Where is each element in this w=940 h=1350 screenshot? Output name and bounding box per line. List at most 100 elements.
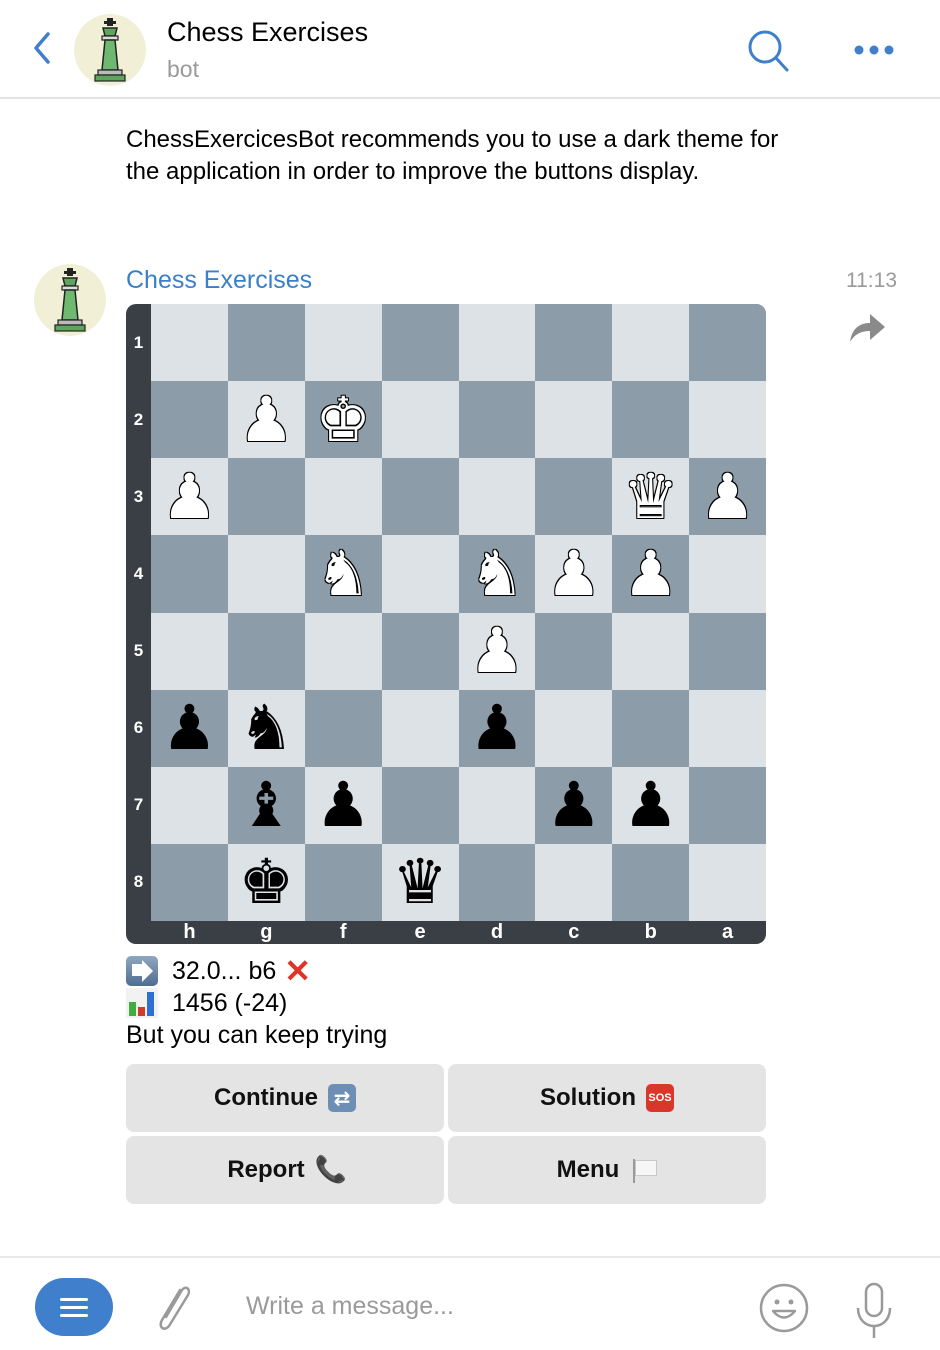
white-flag-icon bbox=[629, 1156, 658, 1184]
square-d7 bbox=[458, 766, 536, 844]
square-d3 bbox=[458, 458, 536, 536]
square-a1 bbox=[689, 304, 766, 382]
square-f8 bbox=[304, 843, 382, 921]
black-pawn-icon: ♟ bbox=[315, 768, 371, 842]
square-g3 bbox=[227, 458, 305, 536]
more-dots-icon bbox=[854, 45, 894, 55]
square-g5 bbox=[227, 612, 305, 690]
message-sender[interactable]: Chess Exercises bbox=[126, 266, 312, 295]
rank-label: 2 bbox=[133, 409, 144, 429]
square-c7: ♟ bbox=[535, 766, 613, 844]
red-cross-icon: ✕ bbox=[284, 953, 312, 989]
message-time: 11:13 bbox=[846, 269, 897, 292]
square-a6 bbox=[689, 689, 766, 767]
search-button[interactable] bbox=[745, 28, 793, 76]
file-label: d bbox=[490, 921, 504, 943]
right-arrow-emoji-icon bbox=[126, 956, 158, 986]
rank-label: 5 bbox=[133, 641, 144, 661]
square-c1 bbox=[535, 304, 613, 382]
message-composer bbox=[0, 1256, 940, 1350]
square-e5 bbox=[381, 612, 459, 690]
bot-avatar[interactable] bbox=[74, 14, 146, 86]
rating-text: 1456 (-24) bbox=[172, 989, 288, 1017]
rank-label: 4 bbox=[133, 563, 144, 583]
black-pawn-icon: ♟ bbox=[622, 768, 679, 842]
paperclip-icon bbox=[159, 1286, 191, 1330]
sos-icon: SOS bbox=[645, 1084, 674, 1112]
search-icon bbox=[748, 30, 789, 72]
chat-title[interactable]: Chess Exercises bbox=[167, 17, 368, 48]
white-pawn-icon: ♟ bbox=[469, 614, 525, 688]
square-f1 bbox=[304, 304, 382, 382]
rank-label: 6 bbox=[133, 718, 144, 738]
rank-label: 8 bbox=[133, 872, 144, 892]
square-f4: ♞ bbox=[304, 535, 382, 613]
square-c3 bbox=[535, 458, 613, 536]
file-label: b bbox=[644, 921, 657, 943]
black-bishop-icon: ♝ bbox=[238, 768, 295, 842]
square-e6 bbox=[381, 689, 459, 767]
white-pawn-icon: ♟ bbox=[699, 459, 756, 533]
microphone-icon bbox=[856, 1282, 892, 1338]
square-h5 bbox=[151, 612, 228, 690]
attach-button[interactable] bbox=[150, 1280, 200, 1336]
emoji-button[interactable] bbox=[758, 1282, 810, 1334]
move-line: 32.0... b6 ✕ bbox=[126, 955, 387, 987]
square-d1 bbox=[458, 304, 536, 382]
square-a4 bbox=[689, 535, 766, 613]
back-button[interactable] bbox=[28, 28, 58, 68]
message-input[interactable] bbox=[246, 1286, 726, 1326]
square-h2 bbox=[151, 381, 228, 459]
chess-board: ♟ ♚ ♟ ♛ ♟ ♞ ♞ ♟ ♟ ♟ ♟ ♞ ♟ ♝ ♟ ♟ ♟ ♚ ♛ bbox=[151, 304, 766, 921]
square-e2 bbox=[381, 381, 459, 459]
square-b8 bbox=[612, 843, 690, 921]
file-label: a bbox=[722, 921, 734, 943]
file-label: h bbox=[183, 921, 196, 943]
report-label: Report bbox=[227, 1156, 305, 1183]
square-h7 bbox=[151, 766, 228, 844]
white-pawn-icon: ♟ bbox=[161, 459, 218, 533]
square-g2: ♟ bbox=[227, 381, 305, 459]
square-a5 bbox=[689, 612, 766, 690]
square-e8: ♛ bbox=[381, 843, 459, 921]
phone-icon: 📞 bbox=[314, 1155, 348, 1185]
square-d2 bbox=[458, 381, 536, 459]
square-b7: ♟ bbox=[612, 766, 690, 844]
note-text: But you can keep trying bbox=[126, 1021, 388, 1049]
square-b5 bbox=[612, 612, 690, 690]
black-queen-icon: ♛ bbox=[392, 845, 448, 919]
square-d8 bbox=[458, 843, 536, 921]
chess-king-icon bbox=[54, 268, 86, 332]
continue-button[interactable]: Continue bbox=[126, 1064, 444, 1132]
square-g7: ♝ bbox=[227, 766, 305, 844]
white-knight-icon: ♞ bbox=[315, 536, 371, 610]
square-b1 bbox=[612, 304, 690, 382]
black-pawn-icon: ♟ bbox=[469, 691, 525, 765]
forward-button[interactable] bbox=[846, 310, 888, 346]
chess-board-image[interactable]: 12345678 ♟ ♚ ♟ ♛ ♟ ♞ ♞ ♟ ♟ ♟ ♟ ♞ ♟ ♝ ♟ ♟ ♟ ♚ ♛ hgfedcba bbox=[126, 304, 766, 944]
voice-button[interactable] bbox=[852, 1282, 896, 1342]
menu-button[interactable]: Menu bbox=[448, 1136, 766, 1204]
smiley-icon bbox=[759, 1283, 809, 1333]
bot-menu-button[interactable] bbox=[35, 1278, 113, 1336]
square-g6: ♞ bbox=[227, 689, 305, 767]
report-button[interactable]: Report 📞 bbox=[126, 1136, 444, 1204]
previous-message-text: ChessExercicesBot recommends you to use … bbox=[126, 126, 779, 185]
square-f2: ♚ bbox=[304, 381, 382, 459]
rank-label: 3 bbox=[133, 486, 144, 506]
solution-button[interactable]: Solution SOS bbox=[448, 1064, 766, 1132]
more-button[interactable] bbox=[852, 38, 896, 62]
square-h1 bbox=[151, 304, 228, 382]
square-e7 bbox=[381, 766, 459, 844]
square-f5 bbox=[304, 612, 382, 690]
chess-king-icon bbox=[94, 18, 126, 82]
exercise-result: 32.0... b6 ✕ 1456 (-24) But you can keep… bbox=[126, 955, 387, 1051]
chevron-left-icon bbox=[34, 32, 50, 64]
rank-label: 7 bbox=[133, 795, 144, 815]
file-label: f bbox=[339, 921, 347, 943]
square-b4: ♟ bbox=[612, 535, 690, 613]
white-knight-icon: ♞ bbox=[469, 536, 525, 610]
square-g4 bbox=[227, 535, 305, 613]
square-c8 bbox=[535, 843, 613, 921]
sender-avatar[interactable] bbox=[34, 264, 106, 336]
